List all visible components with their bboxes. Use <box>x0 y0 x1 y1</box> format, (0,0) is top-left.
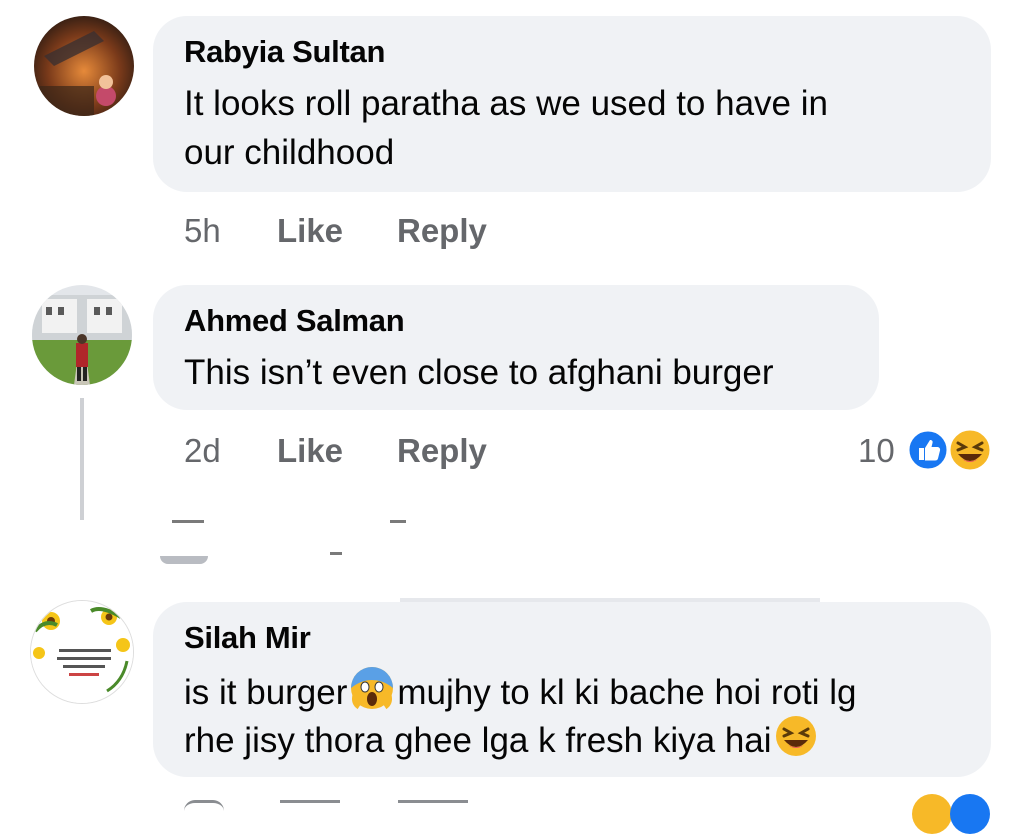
reply-button[interactable]: Reply <box>397 432 487 470</box>
obscured-line <box>390 520 406 523</box>
reaction-count[interactable]: 10 <box>858 432 895 470</box>
cutoff-meta-row <box>398 800 468 811</box>
comment-timestamp[interactable]: 2d <box>184 432 221 470</box>
comment-text-segment: rhe jisy thora ghee lga k fresh kiya hai <box>184 720 772 760</box>
like-button[interactable]: Like <box>277 432 343 470</box>
cutoff-meta-row <box>280 800 340 811</box>
comment-text-segment: is it burger <box>184 672 348 712</box>
obscured-line <box>330 552 342 555</box>
comment-author[interactable]: Rabyia Sultan <box>184 34 385 70</box>
like-icon[interactable] <box>906 428 950 477</box>
comment-author[interactable]: Silah Mir <box>184 620 311 656</box>
avatar-image <box>34 16 134 116</box>
obscured-line <box>172 520 204 523</box>
reply-thread-line <box>80 398 84 520</box>
avatar-silah-mir[interactable] <box>30 600 134 704</box>
like-button[interactable]: Like <box>277 212 343 250</box>
comment-text-line: This isn’t even close to afghani burger <box>184 353 774 392</box>
avatar-image <box>32 285 132 385</box>
comment-author[interactable]: Ahmed Salman <box>184 303 405 339</box>
laugh-icon[interactable] <box>946 426 994 479</box>
comment-text-line: It looks roll paratha as we used to have… <box>184 84 828 123</box>
reply-button[interactable]: Reply <box>397 212 487 250</box>
obscured-line <box>160 556 208 564</box>
cutoff-reaction-icons <box>906 794 992 834</box>
avatar-rabyia-sultan[interactable] <box>34 16 134 116</box>
comment-text-line: rhe jisy thora ghee lga k fresh kiya hai <box>184 714 820 771</box>
cutoff-meta-row <box>184 800 224 811</box>
avatar-ahmed-salman[interactable] <box>32 285 132 385</box>
comment-text-segment: mujhy to kl ki bache hoi roti lg <box>397 672 857 712</box>
avatar-image <box>31 601 133 703</box>
laugh-emoji-icon <box>774 714 818 771</box>
comment-text-line: our childhood <box>184 133 395 172</box>
comment-timestamp[interactable]: 5h <box>184 212 221 250</box>
